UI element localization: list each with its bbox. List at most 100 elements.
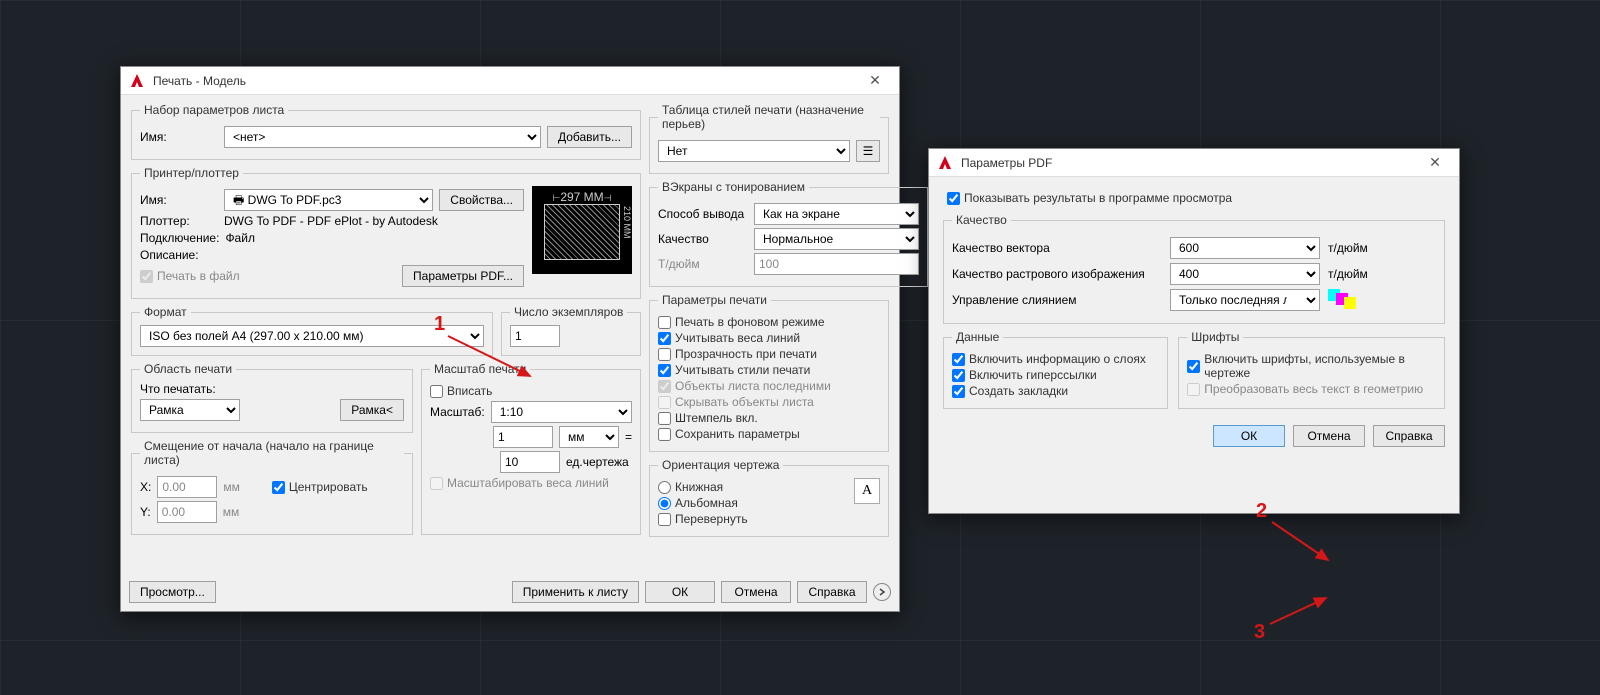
area-select[interactable]: Рамка: [140, 399, 240, 421]
pageset-name-select[interactable]: <нет>: [224, 126, 541, 148]
format-select[interactable]: ISO без полей A4 (297.00 x 210.00 мм): [140, 325, 484, 347]
preview-button[interactable]: Просмотр...: [129, 581, 216, 603]
orient-upside-checkbox[interactable]: [658, 513, 671, 526]
desc-label: Описание:: [140, 248, 218, 262]
shade-mode-select[interactable]: Как на экране: [754, 203, 919, 225]
shaded-group: ВЭкраны с тонированием Способ выводаКак …: [649, 180, 928, 287]
area-group: Область печати Что печатать: Рамка Рамка…: [131, 362, 413, 433]
scale-select[interactable]: 1:10: [491, 401, 632, 423]
opt-paperlast-checkbox: [658, 380, 671, 393]
pdf-options-dialog: Параметры PDF ✕ Показывать результаты в …: [928, 148, 1460, 514]
scale-den-input[interactable]: [500, 451, 560, 473]
area-what-label: Что печатать:: [140, 382, 404, 396]
merge-select[interactable]: Только последняя линия: [1170, 289, 1320, 311]
convert-text-checkbox: [1187, 383, 1200, 396]
raster-unit: т/дюйм: [1328, 267, 1368, 281]
plot-dialog: Печать - Модель ✕ Набор параметров листа…: [120, 66, 900, 612]
plotstyle-group: Таблица стилей печати (назначение перьев…: [649, 103, 889, 174]
offset-y-label: Y:: [140, 505, 151, 519]
printer-props-button[interactable]: Свойства...: [439, 189, 524, 211]
annotation-3: 3: [1254, 621, 1265, 644]
printer-group: Принтер/плоттер Имя: 🖶 DWG To PDF.pc3 Св…: [131, 166, 641, 299]
opt-stamp-checkbox[interactable]: [658, 412, 671, 425]
opt-bg-checkbox[interactable]: [658, 316, 671, 329]
orient-landscape-radio[interactable]: [658, 497, 671, 510]
opt-transp-checkbox[interactable]: [658, 348, 671, 361]
plotstyle-edit-button[interactable]: ☰: [856, 140, 880, 162]
pdf-quality-group: Качество Качество вектора 600 т/дюйм Кач…: [943, 213, 1445, 324]
orientation-icon: A: [854, 478, 880, 504]
autocad-logo-icon: [937, 155, 953, 171]
opt-lw-checkbox[interactable]: [658, 332, 671, 345]
fit-checkbox[interactable]: [430, 385, 443, 398]
vector-label: Качество вектора: [952, 241, 1170, 255]
hyperlinks-checkbox[interactable]: [952, 369, 965, 382]
center-checkbox[interactable]: [272, 481, 285, 494]
scale-unit-select[interactable]: мм: [559, 426, 619, 448]
scale-num-input[interactable]: [493, 426, 553, 448]
printer-name-select[interactable]: 🖶 DWG To PDF.pc3: [224, 189, 433, 211]
pdf-options-button[interactable]: Параметры PDF...: [402, 265, 524, 287]
pdf-titlebar[interactable]: Параметры PDF ✕: [929, 149, 1459, 177]
merge-label: Управление слиянием: [952, 293, 1170, 307]
printer-name-label: Имя:: [140, 193, 218, 207]
orient-portrait-radio[interactable]: [658, 481, 671, 494]
pdf-ok-button[interactable]: ОК: [1213, 425, 1285, 447]
preview-width-label: ⊢297 MM⊣: [532, 190, 632, 204]
opt-save-label: Сохранить параметры: [675, 427, 800, 441]
pdf-title: Параметры PDF: [961, 156, 1419, 170]
expand-icon[interactable]: [873, 583, 891, 601]
pdf-cancel-button[interactable]: Отмена: [1293, 425, 1365, 447]
apply-button[interactable]: Применить к листу: [512, 581, 639, 603]
vector-unit: т/дюйм: [1328, 241, 1368, 255]
opt-paperlast-label: Объекты листа последними: [675, 379, 831, 393]
raster-select[interactable]: 400: [1170, 263, 1320, 285]
plotstyle-select[interactable]: Нет: [658, 140, 850, 162]
orient-landscape-label: Альбомная: [675, 496, 738, 510]
scale-lw-label: Масштабировать веса линий: [447, 476, 609, 490]
help-button[interactable]: Справка: [797, 581, 867, 603]
vector-select[interactable]: 600: [1170, 237, 1320, 259]
scale-legend: Масштаб печати: [430, 362, 530, 376]
format-group: Формат ISO без полей A4 (297.00 x 210.00…: [131, 305, 493, 356]
bookmarks-checkbox[interactable]: [952, 385, 965, 398]
pageset-name-label: Имя:: [140, 130, 218, 144]
close-icon[interactable]: ✕: [1419, 154, 1451, 171]
show-viewer-checkbox[interactable]: [947, 192, 960, 205]
close-icon[interactable]: ✕: [859, 72, 891, 89]
scale-group: Масштаб печати Вписать Масштаб: 1:10 мм …: [421, 362, 641, 535]
autocad-logo-icon: [129, 73, 145, 89]
merge-icon: [1328, 289, 1356, 311]
cancel-button[interactable]: Отмена: [721, 581, 791, 603]
shade-mode-label: Способ вывода: [658, 207, 748, 221]
opt-stamp-label: Штемпель вкл.: [675, 411, 758, 425]
print-to-file-checkbox: [140, 270, 153, 283]
bookmarks-label: Создать закладки: [969, 384, 1068, 398]
connect-label: Подключение:: [140, 231, 219, 245]
opt-styles-checkbox[interactable]: [658, 364, 671, 377]
orient-upside-label: Перевернуть: [675, 512, 748, 526]
opt-save-checkbox[interactable]: [658, 428, 671, 441]
pdf-help-button[interactable]: Справка: [1373, 425, 1445, 447]
ok-button[interactable]: ОК: [645, 581, 715, 603]
include-fonts-checkbox[interactable]: [1187, 360, 1200, 373]
arrow-3: [1266, 594, 1346, 630]
copies-input[interactable]: [510, 325, 560, 347]
connect-value: Файл: [225, 231, 255, 245]
preview-height-label: 210 MM: [622, 206, 632, 260]
opt-hide-label: Скрывать объекты листа: [675, 395, 814, 409]
plot-title: Печать - Модель: [153, 74, 859, 88]
pdf-data-group: Данные Включить информацию о слоях Включ…: [943, 330, 1168, 409]
equals-label: =: [625, 430, 632, 444]
center-label: Центрировать: [289, 480, 368, 494]
opt-transp-label: Прозрачность при печати: [675, 347, 817, 361]
window-button[interactable]: Рамка<: [340, 399, 404, 421]
layers-checkbox[interactable]: [952, 353, 965, 366]
pageset-add-button[interactable]: Добавить...: [547, 126, 632, 148]
shade-quality-select[interactable]: Нормальное: [754, 228, 919, 250]
plot-titlebar[interactable]: Печать - Модель ✕: [121, 67, 899, 95]
orient-group: Ориентация чертежа Книжная Альбомная Пер…: [649, 458, 889, 537]
pdf-data-legend: Данные: [952, 330, 1003, 344]
pdf-quality-legend: Качество: [952, 213, 1011, 227]
offset-group: Смещение от начала (начало на границе ли…: [131, 439, 413, 535]
